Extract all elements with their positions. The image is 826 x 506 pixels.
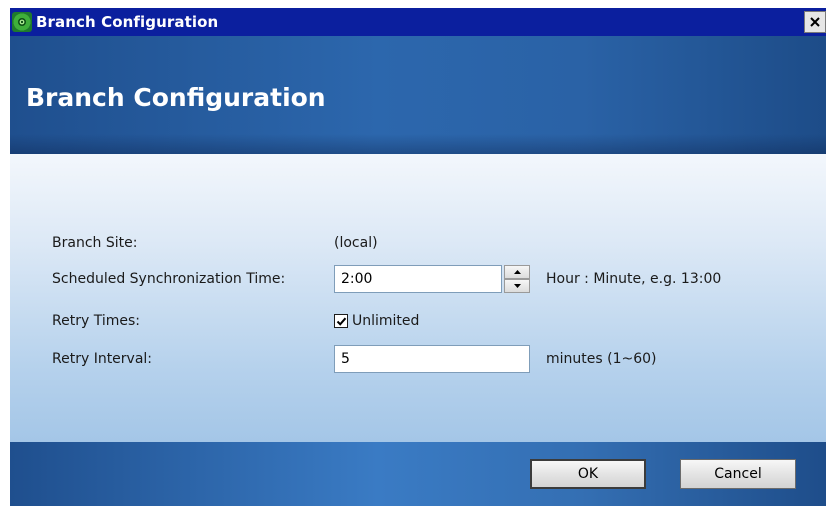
page-title: Branch Configuration <box>26 83 326 112</box>
header-banner: Branch Configuration <box>10 36 826 154</box>
dialog-window: Branch Configuration Branch Configuratio… <box>10 8 826 506</box>
retry-interval-input[interactable]: 5 <box>334 345 530 373</box>
sync-time-input[interactable]: 2:00 <box>334 265 502 293</box>
form-panel: Branch Site: (local) Scheduled Synchroni… <box>10 154 826 442</box>
unlimited-label[interactable]: Unlimited <box>352 313 419 329</box>
retry-times-label: Retry Times: <box>52 313 140 329</box>
arrow-down-icon <box>513 284 521 288</box>
close-button[interactable] <box>804 11 826 33</box>
ok-button[interactable]: OK <box>530 459 646 489</box>
app-gear-icon <box>12 12 32 32</box>
sync-time-spinner[interactable] <box>504 265 530 293</box>
retry-interval-label: Retry Interval: <box>52 351 153 367</box>
close-icon <box>810 17 820 27</box>
sync-time-label: Scheduled Synchronization Time: <box>52 271 286 287</box>
sync-time-hint: Hour : Minute, e.g. 13:00 <box>546 271 722 287</box>
branch-site-label: Branch Site: <box>52 235 138 251</box>
retry-interval-row: Retry Interval: 5 minutes (1~60) <box>10 342 826 378</box>
sync-time-row: Scheduled Synchronization Time: 2:00 Hou… <box>10 262 826 298</box>
checkmark-icon <box>336 317 346 326</box>
branch-site-row: Branch Site: (local) <box>10 226 826 262</box>
window-title: Branch Configuration <box>36 13 219 31</box>
retry-interval-hint: minutes (1~60) <box>546 351 657 367</box>
cancel-button[interactable]: Cancel <box>680 459 796 489</box>
footer-bar: OK Cancel <box>10 442 826 506</box>
retry-times-row: Retry Times: Unlimited <box>10 304 826 340</box>
unlimited-checkbox[interactable] <box>334 314 348 328</box>
spin-up-button[interactable] <box>504 265 530 279</box>
spin-down-button[interactable] <box>504 279 530 293</box>
branch-site-value: (local) <box>334 235 378 251</box>
arrow-up-icon <box>513 270 521 274</box>
title-bar[interactable]: Branch Configuration <box>10 8 826 36</box>
